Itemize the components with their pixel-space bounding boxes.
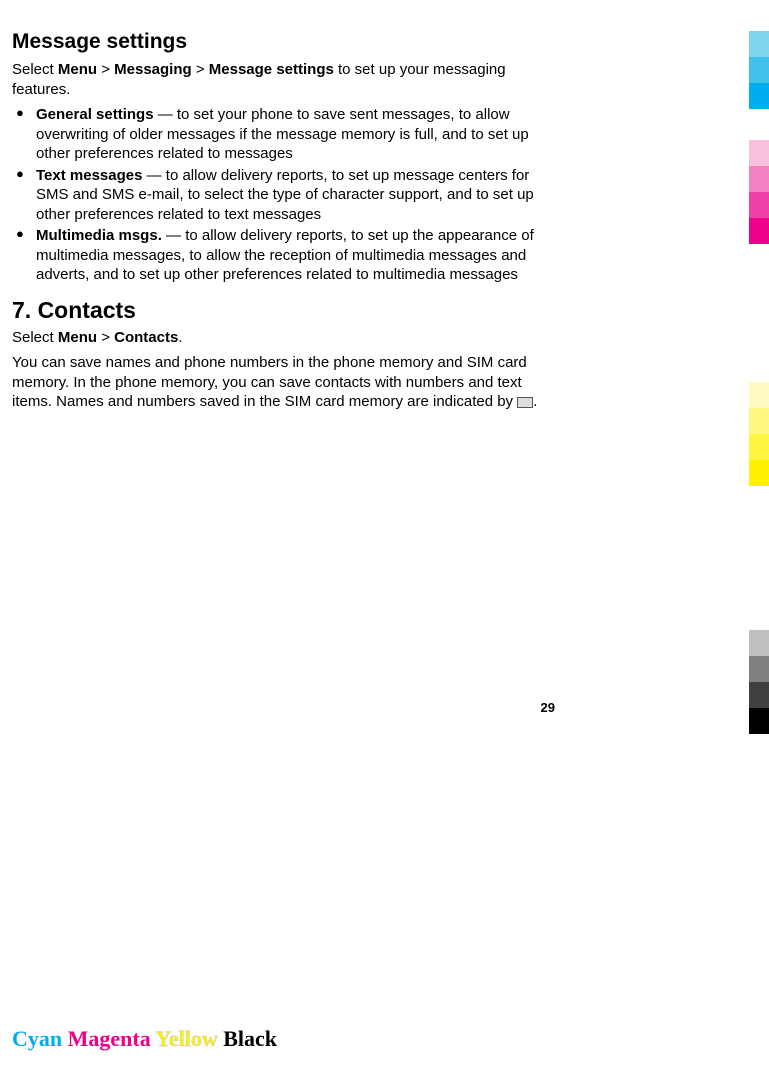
color-swatch: [749, 5, 769, 31]
color-swatch: [749, 682, 769, 708]
separator: >: [97, 329, 114, 346]
footer-magenta-label: Magenta: [68, 1026, 151, 1051]
color-swatch: [749, 460, 769, 486]
messaging-label: Messaging: [114, 61, 192, 78]
color-swatch: [749, 83, 769, 109]
text: You can save names and phone numbers in …: [12, 354, 527, 410]
text: Select: [12, 329, 58, 346]
cyan-bars: [749, 5, 769, 109]
separator: >: [97, 61, 114, 78]
color-swatch: [749, 140, 769, 166]
page-content: Message settings Select Menu > Messaging…: [0, 0, 769, 412]
text: .: [533, 393, 537, 410]
footer-yellow-label: Yellow: [155, 1026, 217, 1051]
magenta-bars: [749, 140, 769, 244]
color-swatch: [749, 382, 769, 408]
section2-title: 7. Contacts: [12, 297, 549, 324]
bullet-bold: Text messages: [36, 167, 142, 184]
section2-para2: You can save names and phone numbers in …: [12, 353, 549, 412]
page-number: 29: [0, 700, 555, 715]
color-swatch: [749, 630, 769, 656]
message-settings-label: Message settings: [209, 61, 334, 78]
footer-color-labels: Cyan Magenta Yellow Black: [12, 1026, 277, 1052]
color-swatch: [749, 708, 769, 734]
text: Select: [12, 61, 58, 78]
sim-card-icon: [517, 397, 533, 408]
footer-cyan-label: Cyan: [12, 1026, 62, 1051]
text: .: [178, 329, 182, 346]
list-item: Text messages — to allow delivery report…: [12, 166, 549, 225]
color-swatch: [749, 434, 769, 460]
yellow-bars: [749, 382, 769, 486]
menu-label: Menu: [58, 61, 97, 78]
footer-black-label: Black: [223, 1026, 277, 1051]
color-swatch: [749, 166, 769, 192]
black-bars: [749, 630, 769, 734]
list-item: General settings — to set your phone to …: [12, 105, 549, 164]
color-swatch: [749, 408, 769, 434]
color-swatch: [749, 656, 769, 682]
section1-intro: Select Menu > Messaging > Message settin…: [12, 60, 549, 99]
list-item: Multimedia msgs. — to allow delivery rep…: [12, 226, 549, 285]
bullet-bold: General settings: [36, 106, 154, 123]
contacts-label: Contacts: [114, 329, 178, 346]
menu-label: Menu: [58, 329, 97, 346]
section2-intro: Select Menu > Contacts.: [12, 328, 549, 348]
color-swatch: [749, 57, 769, 83]
section1-title: Message settings: [12, 30, 549, 54]
separator: >: [192, 61, 209, 78]
bullet-list: General settings — to set your phone to …: [12, 105, 549, 285]
bullet-bold: Multimedia msgs.: [36, 227, 162, 244]
color-swatch: [749, 218, 769, 244]
color-swatch: [749, 31, 769, 57]
color-swatch: [749, 192, 769, 218]
